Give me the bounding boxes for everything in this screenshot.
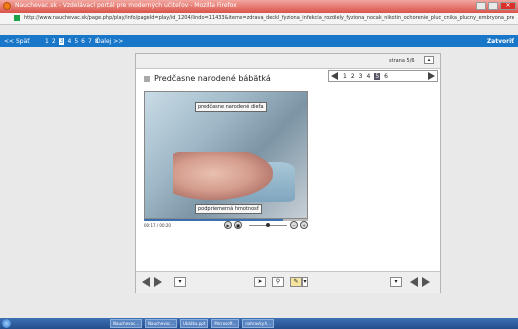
volume-knob[interactable] <box>266 223 270 227</box>
pointer-tool-icon[interactable]: ➤ <box>254 277 266 287</box>
presentation-viewer: strana 5/6 ▴ Predčasne narodené bábätká … <box>135 53 441 293</box>
prev-page-link[interactable]: << Späť <box>4 38 30 45</box>
slide-link-1[interactable]: 1 <box>343 73 347 80</box>
next-page-link[interactable]: Ďalej >> <box>96 38 123 45</box>
viewer-topbar: strana 5/6 ▴ <box>136 54 440 69</box>
page-menu-button[interactable]: ▴ <box>424 56 434 64</box>
address-bar[interactable]: http://www.nauchevac.sk/page.php/play/in… <box>0 13 518 25</box>
options-dropdown-button[interactable]: ▾ <box>390 277 402 287</box>
zoom-search-icon[interactable]: ⚲ <box>272 277 284 287</box>
taskbar-item[interactable]: Nauchevac... <box>110 319 143 328</box>
close-window-button[interactable]: ✕ <box>500 2 516 10</box>
page-number-list: 1 2 3 4 5 6 7 8 <box>45 38 99 45</box>
slide-photo: predčasne narodené dieťa podpriemerná hm… <box>144 91 308 219</box>
page-link-4[interactable]: 4 <box>67 38 71 45</box>
start-button-icon[interactable] <box>2 319 11 328</box>
slide-navigator: 1 2 3 4 5 6 <box>328 70 438 82</box>
play-icon[interactable]: ▶ <box>224 221 232 229</box>
minimize-button[interactable] <box>476 2 486 10</box>
dropdown-button[interactable]: ▾ <box>174 277 186 287</box>
page-link-5[interactable]: 5 <box>74 38 78 45</box>
volume-up-icon[interactable]: + <box>300 221 308 229</box>
volume-down-icon[interactable]: − <box>290 221 298 229</box>
media-player: 00:17 / 00:20 ▶ ■ − + <box>144 219 308 231</box>
page-link-2[interactable]: 2 <box>52 38 56 45</box>
windows-taskbar: Nauchevac... Nauchevac... Ukážka.ppt Mic… <box>0 318 518 329</box>
slide-link-5-active[interactable]: 5 <box>374 73 381 80</box>
speaker-icon[interactable] <box>144 75 150 82</box>
viewer-bottom-toolbar: ▾ ➤ ⚲ ✎ ▾ ▾ <box>136 271 440 293</box>
page-navigation-strip: << Späť 1 2 3 4 5 6 7 8 Ďalej >> Zatvori… <box>0 35 518 47</box>
slide-number-list: 1 2 3 4 5 6 <box>343 73 388 80</box>
taskbar-item[interactable]: nahravky.h... <box>242 319 274 328</box>
first-slide-arrow-icon[interactable] <box>142 277 150 287</box>
close-viewer-link[interactable]: Zatvoriť <box>487 38 514 45</box>
taskbar-item[interactable]: Microsoft... <box>211 319 240 328</box>
taskbar-items: Nauchevac... Nauchevac... Ukážka.ppt Mic… <box>110 319 274 328</box>
slide-title: Predčasne narodené bábätká <box>154 74 271 83</box>
taskbar-item[interactable]: Nauchevac... <box>145 319 178 328</box>
stop-icon[interactable]: ■ <box>234 221 242 229</box>
slide-link-3[interactable]: 3 <box>359 73 363 80</box>
slide-link-4[interactable]: 4 <box>366 73 370 80</box>
window-titlebar: Nauchevac.sk - Vzdelávací portál pre mod… <box>0 0 518 13</box>
next-slide-arrow-icon[interactable] <box>428 72 435 80</box>
prev-slide-arrow-icon[interactable] <box>331 72 338 80</box>
media-time: 00:17 / 00:20 <box>144 223 171 228</box>
taskbar-item[interactable]: Ukážka.ppt <box>180 319 209 328</box>
photo-label-bottom: podpriemerná hmotnosť <box>195 204 262 214</box>
window-title: Nauchevac.sk - Vzdelávací portál pre mod… <box>15 2 237 9</box>
maximize-button[interactable] <box>488 2 498 10</box>
highlighter-menu-icon[interactable]: ▾ <box>302 277 308 287</box>
url-text[interactable]: http://www.nauchevac.sk/page.php/play/in… <box>24 15 514 21</box>
progress-fill <box>144 219 284 221</box>
prev-slide-bottom-arrow-icon[interactable] <box>410 277 418 287</box>
page-link-6[interactable]: 6 <box>81 38 85 45</box>
site-favicon-icon <box>14 15 20 21</box>
page-link-3-current[interactable]: 3 <box>58 38 65 45</box>
slide-link-6[interactable]: 6 <box>384 73 388 80</box>
photo-baby <box>173 152 273 200</box>
highlighter-tool-icon[interactable]: ✎ <box>290 277 302 287</box>
page-indicator: strana 5/6 <box>389 58 415 64</box>
photo-label-top: predčasne narodené dieťa <box>195 102 267 112</box>
page-link-7[interactable]: 7 <box>88 38 92 45</box>
play-slide-arrow-icon[interactable] <box>154 277 162 287</box>
next-slide-bottom-arrow-icon[interactable] <box>422 277 430 287</box>
page-link-1[interactable]: 1 <box>45 38 49 45</box>
firefox-icon <box>3 2 11 10</box>
slide-link-2[interactable]: 2 <box>351 73 355 80</box>
slide-title-row: Predčasne narodené bábätká <box>144 74 271 83</box>
